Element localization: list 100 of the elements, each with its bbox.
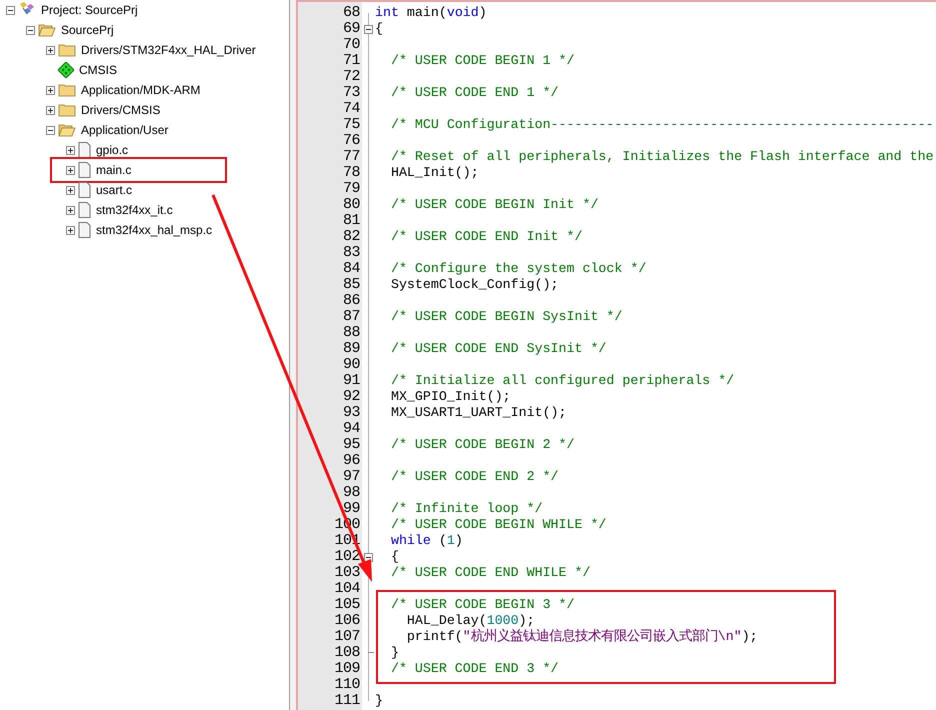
line-number: 89: [342, 341, 360, 357]
code-line: printf("杭州义益钛迪信息技术有限公司嵌入式部门\n");: [406, 629, 758, 645]
folder-icon: [58, 43, 76, 57]
code-line: /* Configure the system clock */: [390, 261, 646, 277]
tree-item[interactable]: CMSIS: [79, 63, 118, 77]
line-number: 105: [333, 597, 360, 613]
file-icon: [78, 182, 91, 198]
line-number: 93: [342, 405, 360, 421]
expand-icon[interactable]: [46, 86, 55, 94]
expand-icon[interactable]: [46, 106, 55, 114]
code-line: HAL_Delay(1000);: [406, 613, 535, 628]
line-number: 95: [342, 437, 360, 453]
code-line: /* Infinite loop */: [390, 501, 543, 517]
code-line: /* USER CODE BEGIN WHILE */: [390, 517, 606, 533]
line-number: 71: [342, 53, 360, 69]
code-line: /* USER CODE BEGIN 2 */: [390, 437, 574, 453]
code-line: MX_GPIO_Init();: [390, 389, 511, 405]
tree-item[interactable]: SourcePrj: [61, 23, 114, 37]
tree-item[interactable]: Application/MDK-ARM: [81, 83, 200, 97]
expand-icon[interactable]: [66, 146, 75, 154]
line-number: 91: [342, 373, 360, 389]
line-number: 73: [342, 85, 360, 101]
file-icon: [78, 222, 91, 238]
line-number: 74: [342, 101, 360, 117]
code-line: /* USER CODE END Init */: [390, 229, 582, 245]
code-line: }: [390, 645, 399, 661]
code-line: while (1): [390, 533, 463, 549]
expand-icon[interactable]: [66, 166, 75, 174]
line-number: 108: [333, 645, 360, 661]
line-number: 96: [342, 453, 360, 469]
code-line: SystemClock_Config();: [390, 277, 559, 293]
line-number: 81: [342, 213, 360, 229]
tree-item[interactable]: stm32f4xx_it.c: [96, 203, 173, 217]
line-number: 78: [342, 165, 360, 181]
code-line: /* USER CODE END 2 */: [390, 469, 559, 485]
code-line: /* USER CODE END 1 */: [390, 85, 559, 101]
code-line: HAL_Init();: [390, 165, 479, 181]
collapse-icon[interactable]: [46, 126, 55, 134]
code-line: /* Reset of all peripherals, Initializes the Flash interface and the: [390, 149, 934, 165]
code-line: /* USER CODE END 3 */: [390, 661, 559, 677]
line-number: 69: [342, 21, 360, 37]
code-line: /* USER CODE BEGIN Init */: [390, 197, 598, 213]
code-line: /* USER CODE BEGIN 3 */: [390, 597, 574, 613]
diamond-icon: [58, 62, 74, 78]
code-line: MX_USART1_UART_Init();: [390, 405, 567, 421]
line-number: 84: [342, 261, 360, 277]
fold-icon[interactable]: [364, 552, 373, 562]
code-line: /* USER CODE END WHILE */: [390, 565, 590, 581]
line-number: 82: [342, 229, 360, 245]
collapse-icon[interactable]: [6, 6, 15, 14]
line-number: 85: [342, 277, 360, 293]
tree-item[interactable]: usart.c: [96, 183, 132, 197]
code-line: int main(void): [375, 5, 487, 21]
fold-icon[interactable]: [364, 24, 373, 34]
line-number: 107: [333, 629, 360, 645]
tree-item[interactable]: stm32f4xx_hal_msp.c: [96, 223, 212, 237]
line-number: 99: [342, 501, 360, 517]
tree-item[interactable]: Application/User: [81, 123, 168, 137]
code-line: /* USER CODE END SysInit */: [390, 341, 606, 357]
line-number: 75: [342, 117, 360, 133]
line-number: 110: [333, 677, 360, 693]
line-number: 106: [333, 613, 360, 629]
code-line: {: [375, 21, 383, 37]
code-line: /* MCU Configuration------------------------------------------------: [390, 117, 934, 133]
line-number: 103: [333, 565, 360, 581]
line-number: 104: [333, 581, 360, 597]
tree-item[interactable]: Drivers/STM32F4xx_HAL_Driver: [81, 43, 256, 57]
tree-item[interactable]: gpio.c: [96, 143, 128, 157]
tree-item[interactable]: Project: SourcePrj: [41, 3, 138, 17]
line-number: 88: [342, 325, 360, 341]
expand-icon[interactable]: [66, 186, 75, 194]
tree-item[interactable]: Drivers/CMSIS: [81, 103, 160, 117]
line-number: 86: [342, 293, 360, 309]
line-number: 76: [342, 133, 360, 149]
line-number: 83: [342, 245, 360, 261]
line-number: 94: [342, 421, 360, 437]
expand-icon[interactable]: [66, 226, 75, 234]
line-number: 79: [342, 181, 360, 197]
code-line: }: [375, 693, 383, 709]
line-number: 92: [342, 389, 360, 405]
line-number: 72: [342, 69, 360, 85]
line-number: 102: [333, 549, 360, 565]
file-icon: [78, 162, 91, 178]
code-line: {: [390, 549, 399, 565]
line-number: 109: [333, 661, 360, 677]
open-folder-icon: [58, 123, 76, 137]
line-number: 80: [342, 197, 360, 213]
line-number: 87: [342, 309, 360, 325]
line-number: 98: [342, 485, 360, 501]
line-number: 70: [342, 37, 360, 53]
line-number: 68: [342, 5, 360, 21]
collapse-icon[interactable]: [26, 26, 35, 34]
expand-icon[interactable]: [46, 46, 55, 54]
tree-item[interactable]: main.c: [96, 163, 132, 177]
expand-icon[interactable]: [66, 206, 75, 214]
code-line: /* USER CODE BEGIN SysInit */: [390, 309, 622, 325]
file-icon: [78, 202, 91, 218]
folder-icon: [58, 83, 76, 97]
line-number: 77: [342, 149, 360, 165]
code-line: /* USER CODE BEGIN 1 */: [390, 53, 574, 69]
